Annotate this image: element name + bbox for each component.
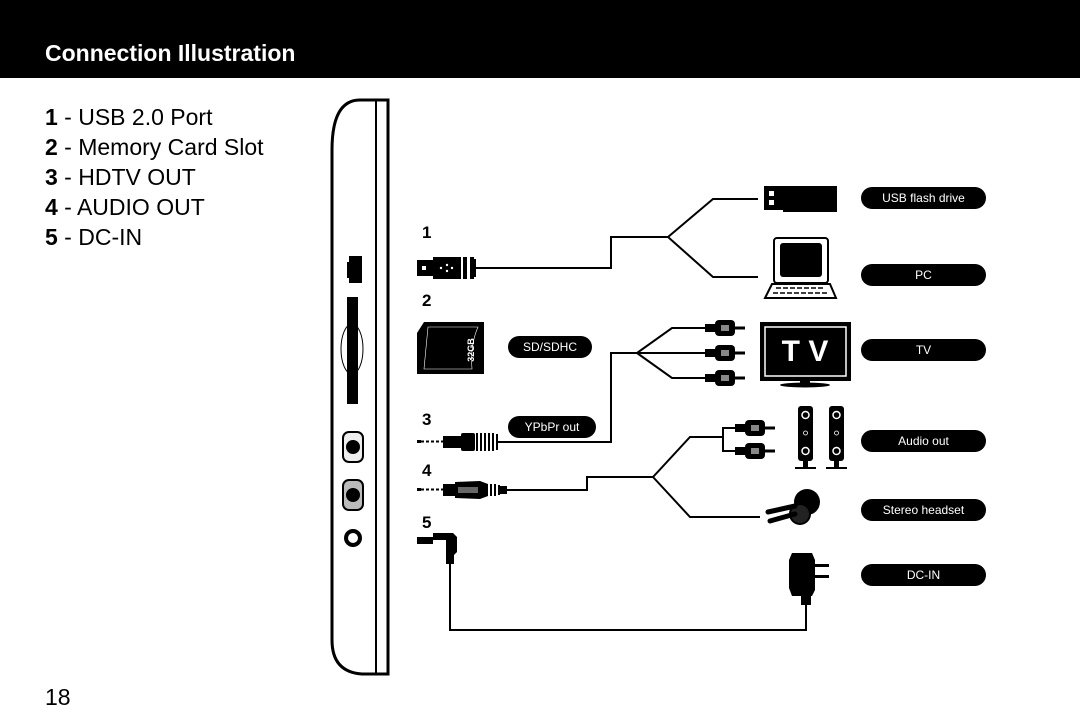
port-number: 1 <box>422 223 432 242</box>
pc-laptop-icon <box>763 237 838 299</box>
usb-plug-icon <box>417 257 476 279</box>
sd-card-icon: 32GB <box>417 322 484 374</box>
device-side-profile <box>330 98 390 676</box>
label-sd-sdhc: SD/SDHC <box>508 336 592 358</box>
dc-cable <box>449 564 807 631</box>
speakers-icon <box>795 406 847 469</box>
port-number: 3 <box>422 410 432 429</box>
label-pc: PC <box>861 264 986 286</box>
hdtv-plug-icon <box>417 433 498 451</box>
label-stereo-headset: Stereo headset <box>861 499 986 521</box>
label-ypbpr-out: YPbPr out <box>508 416 596 438</box>
hdtv-jack-icon <box>342 431 364 463</box>
audio-plug-icon <box>417 481 507 499</box>
dc-jack-icon <box>344 529 362 547</box>
rca-plugs-audio <box>735 420 775 459</box>
card-slot-icon <box>340 297 364 404</box>
port-number: 2 <box>422 291 432 310</box>
usb-port-icon <box>347 256 362 283</box>
tv-icon: T V <box>760 322 851 388</box>
page-number: 18 <box>45 684 71 710</box>
tv-screen-text: T V <box>782 335 829 368</box>
usb-cable <box>476 198 758 278</box>
port-number: 5 <box>422 513 432 532</box>
stereo-headset-icon <box>765 489 820 525</box>
label-tv: TV <box>861 339 986 361</box>
label-audio-out: Audio out <box>861 430 986 452</box>
label-usb-flash-drive: USB flash drive <box>861 187 986 209</box>
sd-card-capacity: 32GB <box>466 338 476 362</box>
audio-jack-icon <box>342 479 364 511</box>
rca-plugs-video <box>705 320 745 386</box>
label-dc-in: DC-IN <box>861 564 986 586</box>
dc-plug-icon <box>417 533 457 564</box>
power-adapter-icon <box>789 553 829 605</box>
usb-flash-drive-icon <box>764 186 837 212</box>
port-number: 4 <box>422 461 432 480</box>
